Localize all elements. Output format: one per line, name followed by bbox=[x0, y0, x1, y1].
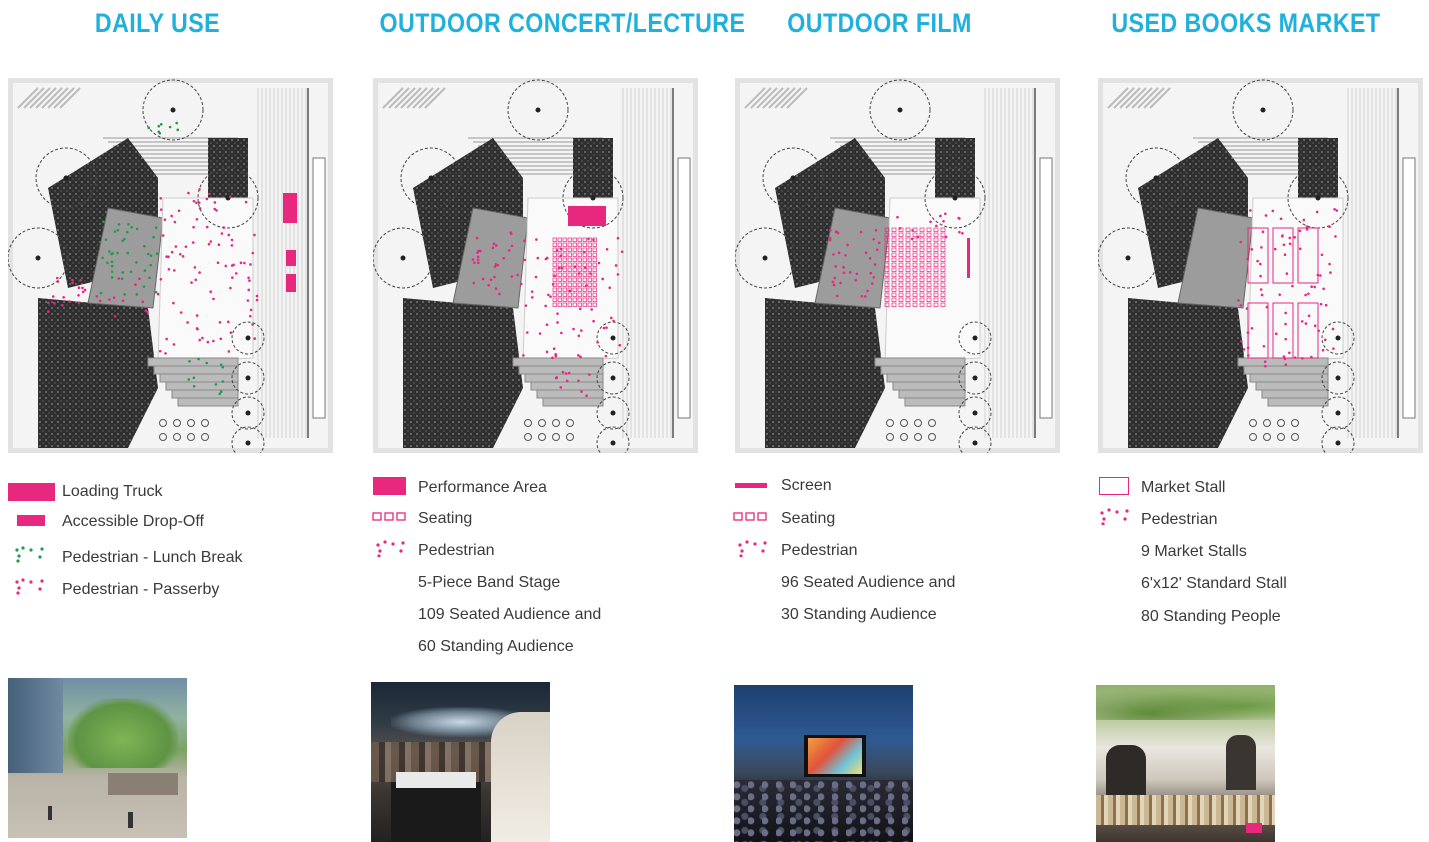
scenario-outdoor-film: OUTDOOR FILM Screen Seating Pedestrian 9… bbox=[727, 0, 1067, 842]
scenario-title: DAILY USE bbox=[94, 8, 221, 38]
legend-label: Screen bbox=[781, 477, 832, 494]
performance-area-marker bbox=[568, 206, 606, 226]
seating-squares-icon bbox=[733, 512, 767, 521]
seating-squares-icon bbox=[372, 512, 406, 521]
drop-off-swatch bbox=[17, 515, 45, 526]
legend-label: Pedestrian - Lunch Break bbox=[62, 549, 243, 566]
note-line: 9 Market Stalls bbox=[1141, 543, 1247, 560]
pink-dots-icon bbox=[15, 578, 44, 595]
plaza bbox=[157, 197, 254, 364]
pink-dots-icon bbox=[1100, 508, 1129, 525]
legend-label: Pedestrian - Passerby bbox=[62, 581, 220, 598]
performance-area-swatch bbox=[373, 477, 406, 495]
scenario-outdoor-concert: OUTDOOR CONCERT/LECTURE Performance Area… bbox=[365, 0, 746, 842]
photo-outdoor-concert bbox=[371, 682, 550, 842]
loading-truck-marker bbox=[283, 193, 297, 223]
drop-off-marker bbox=[286, 274, 296, 292]
note-line: 96 Seated Audience and bbox=[781, 574, 956, 591]
note-line: 80 Standing People bbox=[1141, 608, 1281, 625]
legend-label: Seating bbox=[781, 510, 836, 527]
note-line: 30 Standing Audience bbox=[781, 606, 937, 623]
screen-marker bbox=[967, 238, 970, 278]
photo-daily-use bbox=[8, 678, 187, 838]
legend-label: Accessible Drop-Off bbox=[62, 513, 204, 530]
drop-off-marker bbox=[286, 250, 296, 266]
scenario-title: USED BOOKS MARKET bbox=[1111, 8, 1381, 38]
scenario-title: OUTDOOR FILM bbox=[787, 8, 972, 38]
legend-label: Seating bbox=[418, 510, 473, 527]
legend-label: Market Stall bbox=[1141, 479, 1226, 496]
note-line: 109 Seated Audience and bbox=[418, 606, 602, 623]
pink-dots-icon bbox=[738, 540, 767, 557]
screen-line-icon bbox=[735, 483, 767, 488]
legend-label: Loading Truck bbox=[62, 483, 163, 500]
green-dots-icon bbox=[15, 546, 44, 563]
scenario-daily-use: DAILY USE Loading Truck Accessible Drop-… bbox=[0, 0, 340, 842]
site-plan-market bbox=[1098, 78, 1423, 453]
plaza bbox=[1247, 197, 1344, 364]
loading-truck-swatch bbox=[8, 483, 55, 501]
legend-label: Pedestrian bbox=[1141, 511, 1218, 528]
legend-label: Performance Area bbox=[418, 479, 547, 496]
photo-used-books-market bbox=[1096, 685, 1275, 842]
note-line: 6'x12' Standard Stall bbox=[1141, 575, 1287, 592]
pink-dots-icon bbox=[376, 540, 405, 557]
photo-outdoor-film bbox=[734, 685, 913, 842]
scenario-title: OUTDOOR CONCERT/LECTURE bbox=[379, 8, 746, 38]
note-line: 60 Standing Audience bbox=[418, 638, 574, 655]
legend-label: Pedestrian bbox=[418, 542, 495, 559]
site-plan-concert bbox=[373, 78, 698, 453]
market-stall-outline-icon bbox=[1099, 477, 1129, 495]
scenario-used-books-market: USED BOOKS MARKET Market Stall Pedestria… bbox=[1090, 0, 1429, 842]
note-line: 5-Piece Band Stage bbox=[418, 574, 561, 591]
site-plan-daily-use bbox=[8, 78, 333, 453]
site-plan-film bbox=[735, 78, 1060, 453]
legend-label: Pedestrian bbox=[781, 542, 858, 559]
